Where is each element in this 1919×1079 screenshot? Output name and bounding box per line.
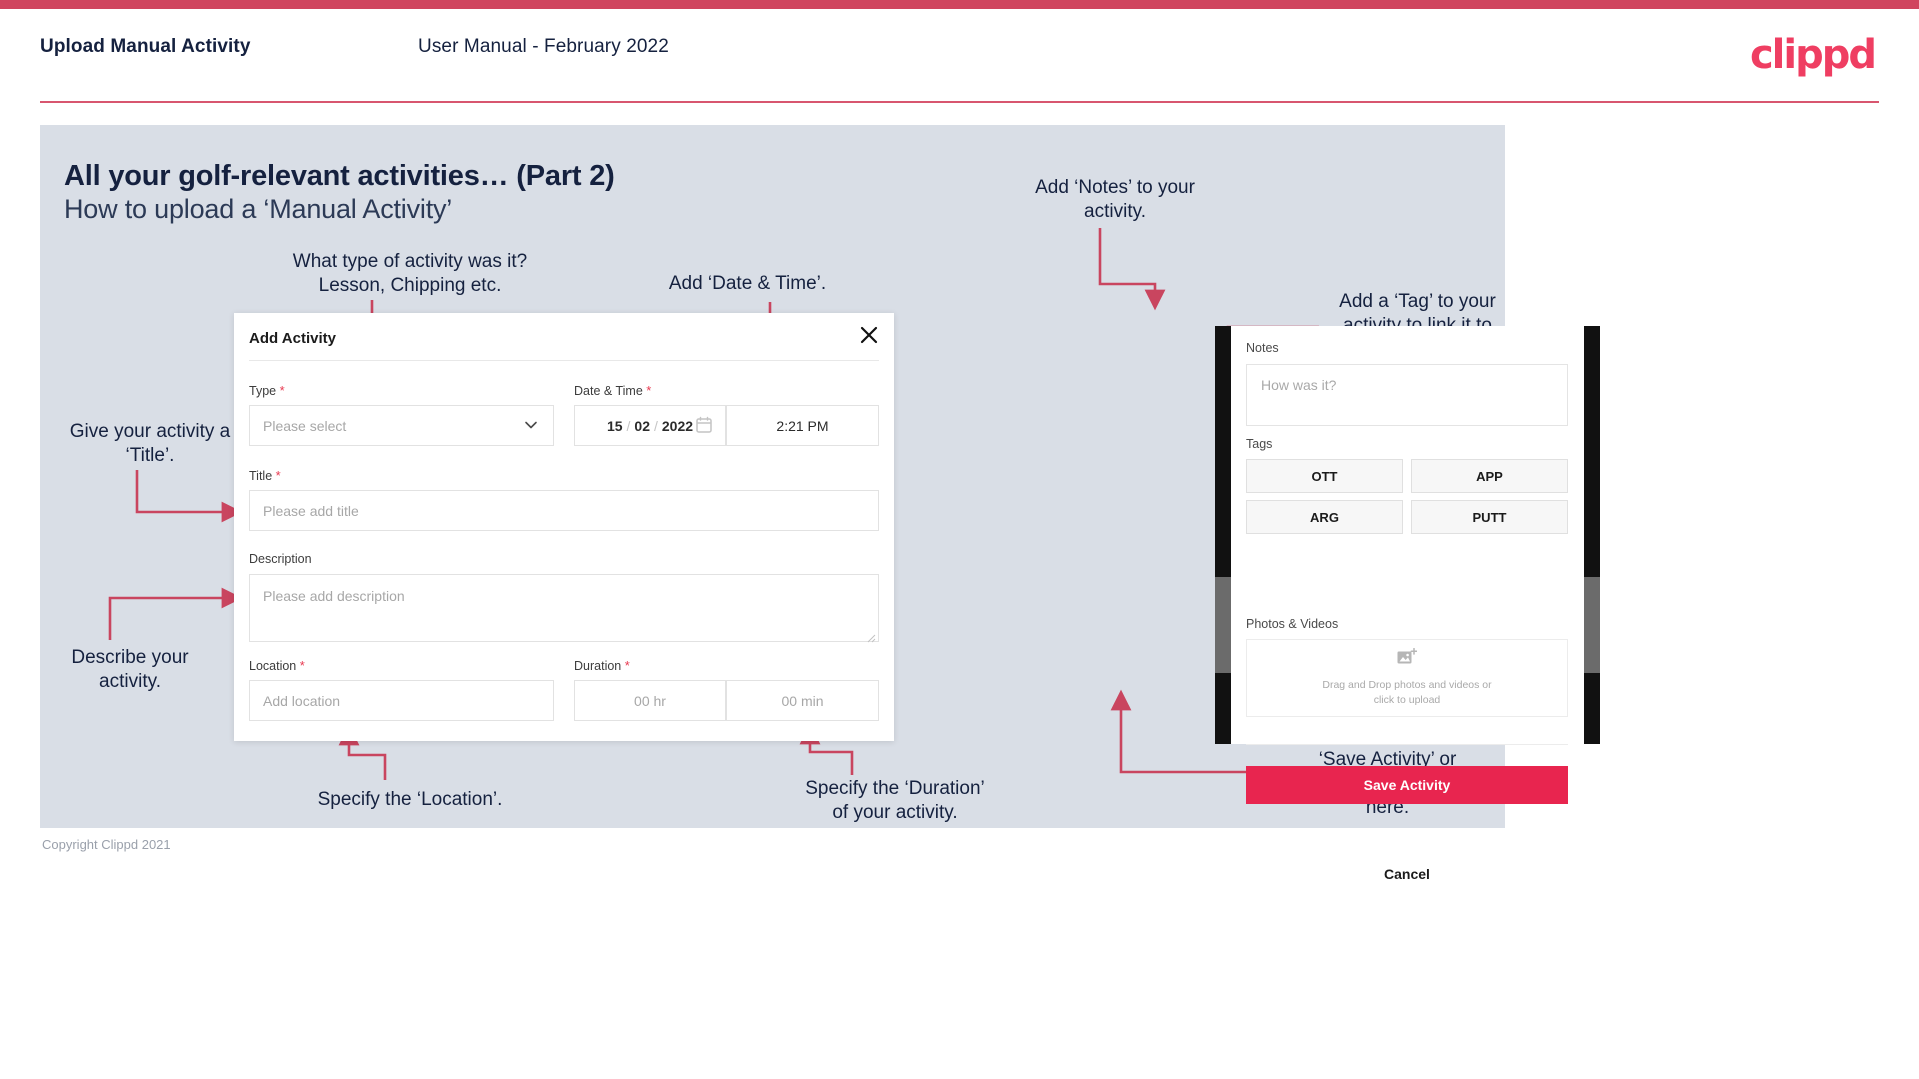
duration-label: Duration * [574,658,630,673]
location-label-text: Location [249,659,297,673]
type-required-mark: * [279,383,285,398]
type-label-text: Type [249,384,277,398]
add-photo-icon [1397,647,1418,671]
type-label: Type * [249,383,285,398]
media-label: Photos & Videos [1246,617,1339,631]
location-required-mark: * [299,658,305,673]
clippd-logo: clippd [1749,32,1877,78]
phone-bezel-right [1584,326,1600,744]
date-separator-2: / [654,417,658,434]
chevron-down-icon [523,416,539,435]
media-dropzone[interactable]: Drag and Drop photos and videos or click… [1246,639,1568,717]
add-activity-dialog: Add Activity Type * Please select Date &… [234,313,894,741]
close-icon[interactable] [856,322,882,348]
tag-button-app[interactable]: APP [1411,459,1568,493]
save-activity-button[interactable]: Save Activity [1246,766,1568,804]
title-input[interactable]: Please add title [249,490,879,531]
top-accent-bar [0,0,1919,9]
date-input[interactable]: 15 / 02 / 2022 [574,405,726,446]
notes-placeholder: How was it? [1261,377,1337,393]
annotation-description: Describe your activity. [71,647,189,693]
phone-bezel-left [1215,326,1231,744]
duration-hours-placeholder: 00 hr [634,692,666,709]
phone-divider [1246,744,1568,745]
duration-required-mark: * [624,658,630,673]
notes-textarea[interactable]: How was it? [1246,364,1568,426]
slide-title: All your golf-relevant activities… (Part… [64,160,615,192]
phone-button-right [1584,577,1600,673]
datetime-required-mark: * [646,383,652,398]
duration-minutes-placeholder: 00 min [781,692,824,709]
date-day: 15 [606,417,623,434]
location-input[interactable]: Add location [249,680,554,721]
tags-label: Tags [1246,437,1273,451]
title-placeholder: Please add title [263,502,359,519]
type-placeholder: Please select [263,417,347,434]
cancel-button[interactable]: Cancel [1246,864,1568,884]
media-hint-line2: click to upload [1373,694,1441,706]
time-input[interactable]: 2:21 PM [726,405,879,446]
title-label: Title * [249,468,281,483]
location-placeholder: Add location [263,692,341,709]
dialog-title: Add Activity [249,330,336,347]
tag-button-ott[interactable]: OTT [1246,459,1403,493]
title-label-text: Title [249,469,273,483]
tag-button-putt[interactable]: PUTT [1411,500,1568,534]
resize-handle-icon[interactable] [867,630,876,643]
title-required-mark: * [275,468,281,483]
description-label-text: Description [249,552,312,566]
location-label: Location * [249,658,305,673]
calendar-icon[interactable] [696,416,712,436]
copyright-text: Copyright Clippd 2021 [42,837,171,852]
media-hint-line1: Drag and Drop photos and videos or [1322,678,1492,691]
page-title: Upload Manual Activity [40,36,251,57]
datetime-label-text: Date & Time [574,384,643,398]
annotation-type: What type of activity was it? Lesson, Chi… [292,251,528,297]
phone-button-left [1215,577,1231,673]
description-placeholder: Please add description [263,588,405,604]
annotation-datetime: Add ‘Date & Time’. [668,273,827,294]
tag-button-arg[interactable]: ARG [1246,500,1403,534]
duration-hours-input[interactable]: 00 hr [574,680,726,721]
date-separator-1: / [626,417,631,434]
annotation-duration: Specify the ‘Duration’ of your activity. [805,778,985,824]
date-month: 02 [634,417,650,434]
annotation-title: Give your activity a ‘Title’. [69,421,231,467]
datetime-label: Date & Time * [574,383,651,398]
annotation-location: Specify the ‘Location’. [317,789,503,810]
description-textarea[interactable]: Please add description [249,574,879,643]
description-label: Description [249,552,312,566]
header-divider [40,101,1879,103]
slide-subtitle: How to upload a ‘Manual Activity’ [64,194,453,224]
annotation-notes: Add ‘Notes’ to your activity. [1035,177,1195,223]
dialog-divider [249,360,879,361]
notes-label: Notes [1246,341,1279,355]
duration-minutes-input[interactable]: 00 min [726,680,879,721]
time-value: 2:21 PM [776,417,829,434]
type-select[interactable]: Please select [249,405,554,446]
date-year: 2022 [661,417,694,434]
document-subtitle: User Manual - February 2022 [418,36,669,57]
duration-label-text: Duration [574,659,622,673]
